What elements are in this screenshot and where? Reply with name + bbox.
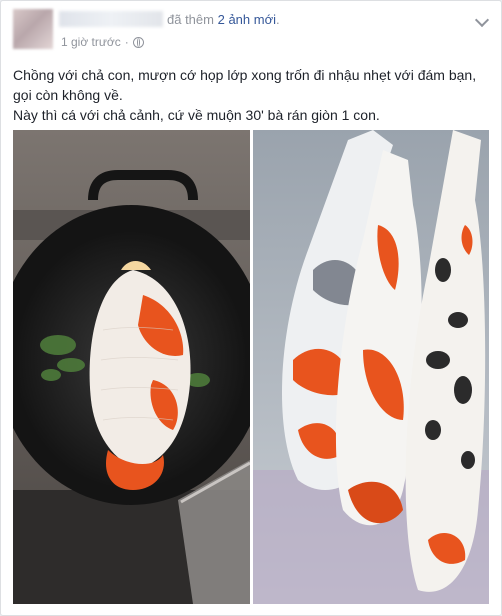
post-text-line: Này thì cá với chả cảnh, cứ về muộn 30' … <box>13 107 380 123</box>
feed-post: đã thêm 2 ảnh mới. 1 giờ trước · Chồng v… <box>0 0 502 616</box>
meta-separator: · <box>124 35 129 49</box>
post-text-line: gọi còn không về. <box>13 87 123 103</box>
photo-koi-fish[interactable] <box>253 130 489 604</box>
globe-icon[interactable] <box>132 36 144 48</box>
chevron-down-icon[interactable] <box>474 12 490 28</box>
fried-fish-illustration <box>13 130 250 604</box>
photo-fried-fish[interactable] <box>13 130 250 604</box>
post-header: đã thêm 2 ảnh mới. 1 giờ trước · <box>13 9 490 53</box>
koi-fish-illustration <box>253 130 489 604</box>
author-name-blurred[interactable] <box>59 11 163 27</box>
avatar[interactable] <box>13 9 53 49</box>
header-line: đã thêm 2 ảnh mới. <box>167 12 280 27</box>
post-text: Chồng với chả con, mượn cớ họp lớp xong … <box>13 65 489 125</box>
photo-count-link[interactable]: 2 ảnh mới <box>218 12 276 27</box>
timestamp[interactable]: 1 giờ trước <box>61 35 121 49</box>
header-suffix: đã thêm <box>167 12 214 27</box>
post-meta: 1 giờ trước · <box>61 35 144 49</box>
post-text-line: Chồng với chả con, mượn cớ họp lớp xong … <box>13 67 477 83</box>
header-end: . <box>276 12 280 27</box>
